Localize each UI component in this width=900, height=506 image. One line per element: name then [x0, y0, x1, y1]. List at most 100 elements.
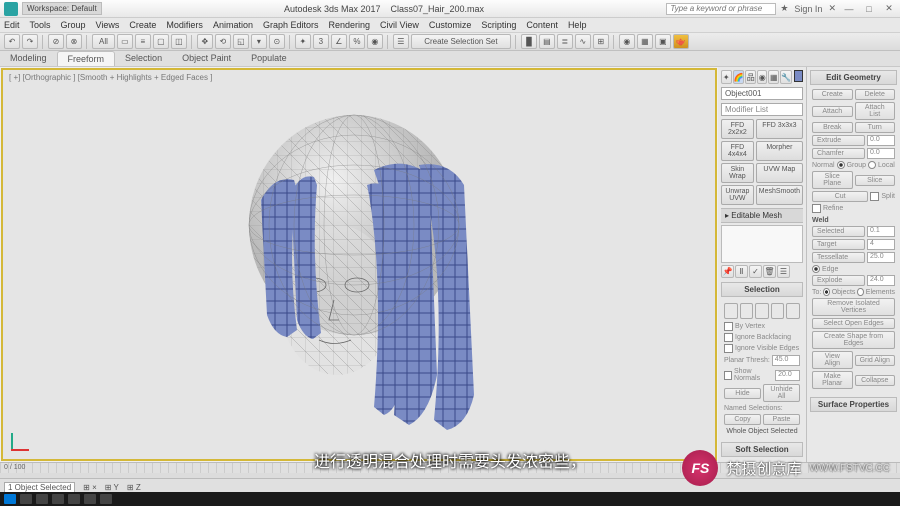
rollout-surface-properties[interactable]: Surface Properties: [810, 397, 897, 412]
cmd-hierarchy-tab[interactable]: 品: [745, 70, 756, 84]
mod-unwrap[interactable]: Unwrap UVW: [721, 185, 754, 205]
ribbon-selection[interactable]: Selection: [115, 51, 172, 66]
taskbar[interactable]: [0, 492, 900, 506]
chamfer-button[interactable]: Chamfer: [812, 148, 865, 159]
explode-spinner[interactable]: 24.0: [867, 275, 895, 286]
cmd-modify-tab[interactable]: 🌈: [733, 70, 745, 84]
mod-uvwmap[interactable]: UVW Map: [756, 163, 803, 183]
workspace-selector[interactable]: Workspace: Default: [22, 2, 102, 15]
taskbar-item[interactable]: [52, 494, 64, 504]
hide-button[interactable]: Hide: [724, 388, 761, 399]
subobj-element[interactable]: [786, 303, 800, 319]
curve-editor-button[interactable]: ∿: [575, 34, 591, 49]
object-name-field[interactable]: Object001: [721, 87, 803, 100]
move-button[interactable]: ✥: [197, 34, 213, 49]
named-sel-set[interactable]: Create Selection Set: [411, 34, 511, 49]
ribbon-freeform[interactable]: Freeform: [57, 51, 116, 66]
menu-edit[interactable]: Edit: [4, 20, 20, 30]
ribbon-populate[interactable]: Populate: [241, 51, 297, 66]
planar-thresh-spinner[interactable]: 45.0: [772, 355, 800, 366]
object-color[interactable]: [794, 70, 803, 82]
rotate-button[interactable]: ⟲: [215, 34, 231, 49]
mirror-button[interactable]: ▐▌: [521, 34, 537, 49]
redo-button[interactable]: ↷: [22, 34, 38, 49]
angle-snap-button[interactable]: ∠: [331, 34, 347, 49]
delete-button[interactable]: Delete: [855, 89, 896, 100]
menu-civilview[interactable]: Civil View: [380, 20, 419, 30]
ribbon-modeling[interactable]: Modeling: [0, 51, 57, 66]
rollout-selection[interactable]: Selection: [721, 282, 803, 297]
menu-group[interactable]: Group: [61, 20, 86, 30]
menu-rendering[interactable]: Rendering: [329, 20, 371, 30]
cmd-motion-tab[interactable]: ◉: [757, 70, 768, 84]
configure-button[interactable]: ☰: [777, 265, 790, 278]
align-button[interactable]: ▤: [539, 34, 555, 49]
select-open-edges-button[interactable]: Select Open Edges: [812, 318, 895, 329]
layers-button[interactable]: ≣: [557, 34, 573, 49]
weld-target-button[interactable]: Target: [812, 239, 865, 250]
mod-meshsmooth[interactable]: MeshSmooth: [756, 185, 803, 205]
mod-ffd4[interactable]: FFD 4x4x4: [721, 141, 754, 161]
link-button[interactable]: ⊘: [48, 34, 64, 49]
slice-plane-button[interactable]: Slice Plane: [812, 171, 853, 189]
render-button[interactable]: 🫖: [673, 34, 689, 49]
ignore-visible-check[interactable]: [724, 344, 733, 353]
weld-sel-spinner[interactable]: 0.1: [867, 226, 895, 237]
menu-scripting[interactable]: Scripting: [481, 20, 516, 30]
menu-modifiers[interactable]: Modifiers: [166, 20, 203, 30]
mod-ffd3[interactable]: FFD 3x3x3: [756, 119, 803, 139]
break-button[interactable]: Break: [812, 122, 853, 133]
pin-stack-button[interactable]: 📌: [721, 265, 734, 278]
unlink-button[interactable]: ⊗: [66, 34, 82, 49]
make-planar-button[interactable]: Make Planar: [812, 371, 853, 389]
subobj-edge[interactable]: [740, 303, 754, 319]
menu-animation[interactable]: Animation: [213, 20, 253, 30]
menu-grapheditors[interactable]: Graph Editors: [263, 20, 319, 30]
scale-button[interactable]: ◱: [233, 34, 249, 49]
menu-help[interactable]: Help: [568, 20, 587, 30]
select-button[interactable]: ▭: [117, 34, 133, 49]
material-editor-button[interactable]: ◉: [619, 34, 635, 49]
make-unique-button[interactable]: ✓: [749, 265, 762, 278]
render-setup-button[interactable]: ▦: [637, 34, 653, 49]
taskbar-item[interactable]: [36, 494, 48, 504]
show-end-result-button[interactable]: Ⅱ: [735, 265, 748, 278]
attach-list-button[interactable]: Attach List: [855, 102, 896, 120]
close-button[interactable]: ✕: [882, 3, 896, 15]
spinner-snap-button[interactable]: ◉: [367, 34, 383, 49]
select-region-button[interactable]: ▢: [153, 34, 169, 49]
refcoord-button[interactable]: ▾: [251, 34, 267, 49]
selection-filter[interactable]: All: [92, 34, 115, 49]
collapse-button[interactable]: Collapse: [855, 375, 896, 386]
manipulate-button[interactable]: ✦: [295, 34, 311, 49]
remove-mod-button[interactable]: 🗑: [763, 265, 776, 278]
unhide-button[interactable]: Unhide All: [763, 384, 800, 402]
by-vertex-check[interactable]: [724, 322, 733, 331]
split-check[interactable]: [870, 192, 879, 201]
slice-button[interactable]: Slice: [855, 175, 896, 186]
extrude-button[interactable]: Extrude: [812, 135, 865, 146]
cmd-utilities-tab[interactable]: 🔧: [780, 70, 792, 84]
chamfer-spinner[interactable]: 0.0: [867, 148, 895, 159]
subobj-polygon[interactable]: [771, 303, 785, 319]
explode-button[interactable]: Explode: [812, 275, 865, 286]
create-shape-button[interactable]: Create Shape from Edges: [812, 331, 895, 349]
explode-objects-radio[interactable]: [823, 288, 829, 296]
window-crossing-button[interactable]: ◫: [171, 34, 187, 49]
viewport[interactable]: [ +] [Orthographic ] [Smooth + Highlight…: [1, 68, 717, 461]
copy-sel-button[interactable]: Copy: [724, 414, 761, 425]
minimize-button[interactable]: —: [842, 3, 856, 15]
search-input[interactable]: [666, 3, 776, 15]
star-icon[interactable]: ★: [780, 3, 788, 14]
tessellate-spinner[interactable]: 25.0: [867, 252, 895, 263]
named-sel-button[interactable]: ☰: [393, 34, 409, 49]
explode-elements-radio[interactable]: [857, 288, 863, 296]
weld-selected-button[interactable]: Selected: [812, 226, 865, 237]
normal-group-radio[interactable]: [837, 161, 845, 169]
mod-skinwrap[interactable]: Skin Wrap: [721, 163, 754, 183]
modifier-stack-current[interactable]: ▸ Editable Mesh: [721, 208, 803, 223]
grid-align-button[interactable]: Grid Align: [855, 355, 896, 366]
remove-isolated-button[interactable]: Remove Isolated Vertices: [812, 298, 895, 316]
start-button[interactable]: [4, 494, 16, 504]
ignore-backfacing-check[interactable]: [724, 333, 733, 342]
